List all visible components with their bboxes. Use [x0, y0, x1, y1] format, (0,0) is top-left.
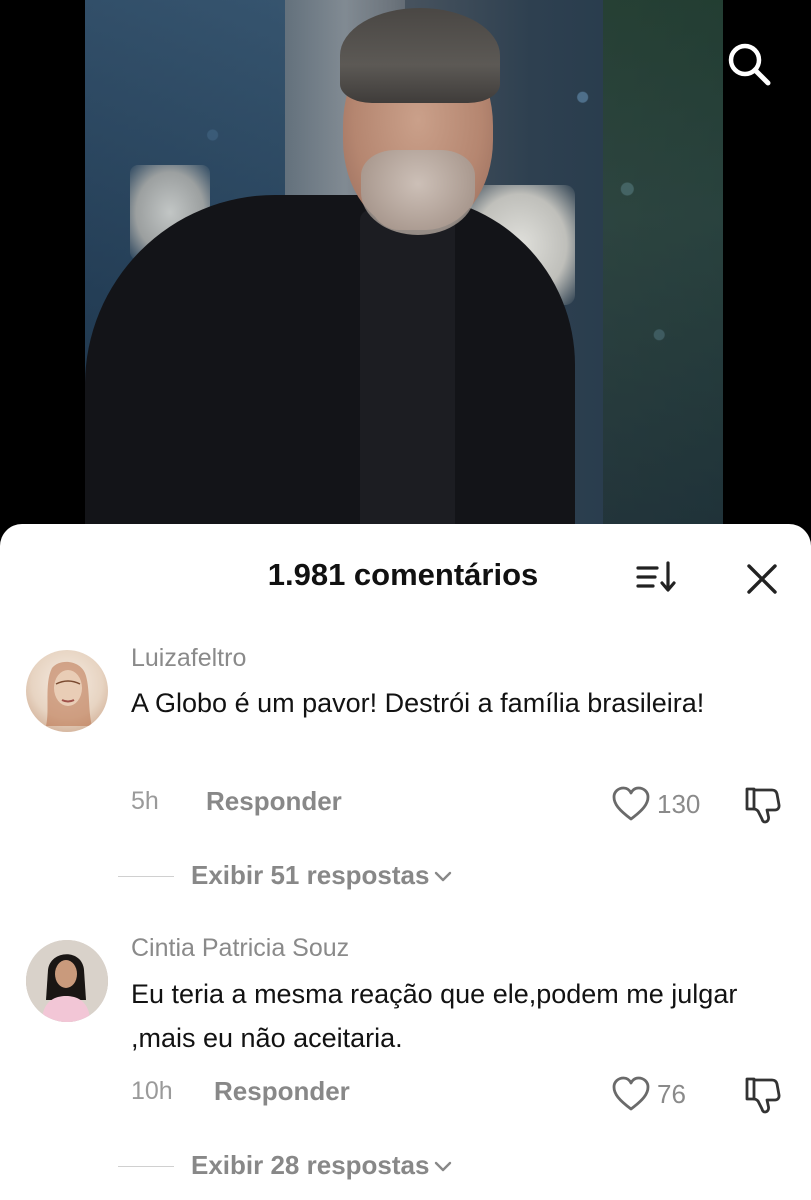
comment-timestamp: 10h [131, 1077, 173, 1105]
like-button[interactable]: 76 [611, 1072, 686, 1116]
avatar[interactable] [26, 940, 108, 1022]
thumbs-down-icon [745, 787, 781, 824]
person-shirt [360, 210, 455, 540]
video-area[interactable] [0, 0, 811, 540]
person-beard [361, 150, 475, 235]
video-frame[interactable] [85, 0, 723, 540]
like-button[interactable]: 130 [611, 782, 700, 826]
view-replies-label: Exibir 28 respostas [191, 1150, 430, 1180]
comment-text: Eu teria a mesma reação que ele,podem me… [131, 979, 738, 1053]
comments-header: 1.981 comentários [0, 524, 811, 628]
chevron-down-icon [435, 1161, 452, 1172]
reply-button[interactable]: Responder [206, 786, 342, 817]
avatar[interactable] [26, 650, 108, 732]
thumbs-down-icon [745, 1077, 781, 1114]
replies-divider [118, 1166, 174, 1167]
person-jacket [85, 195, 575, 540]
like-count: 76 [657, 1078, 686, 1109]
reply-button[interactable]: Responder [214, 1076, 350, 1107]
dislike-button[interactable] [741, 783, 785, 827]
search-button[interactable] [725, 40, 773, 88]
comment-count: 1.981 comentários [267, 557, 539, 592]
comments-sheet: 1.981 comentários Luizafeltro A Globo é … [0, 524, 811, 1200]
view-replies-button[interactable]: Exibir 51 respostas [191, 860, 453, 891]
avatar-photo-icon [26, 940, 108, 1022]
comment-author[interactable]: Cintia Patricia Souz [131, 934, 349, 963]
heart-icon [612, 786, 650, 821]
chevron-down-icon [435, 871, 452, 882]
close-icon [747, 564, 777, 594]
person-hair [340, 8, 500, 103]
heart-icon [612, 1076, 650, 1111]
comment-text: A Globo é um pavor! Destrói a família br… [131, 688, 705, 718]
close-button[interactable] [740, 557, 784, 601]
comment-author[interactable]: Luizafeltro [131, 644, 246, 673]
dislike-button[interactable] [741, 1073, 785, 1117]
sort-button[interactable] [633, 556, 681, 600]
replies-divider [118, 876, 174, 877]
comment-timestamp: 5h [131, 787, 159, 815]
view-replies-label: Exibir 51 respostas [191, 860, 430, 890]
like-count: 130 [657, 788, 701, 819]
search-icon [728, 43, 771, 86]
avatar-portrait-icon [46, 661, 92, 726]
background-plants [603, 0, 723, 540]
sort-icon [636, 561, 676, 592]
view-replies-button[interactable]: Exibir 28 respostas [191, 1150, 453, 1181]
